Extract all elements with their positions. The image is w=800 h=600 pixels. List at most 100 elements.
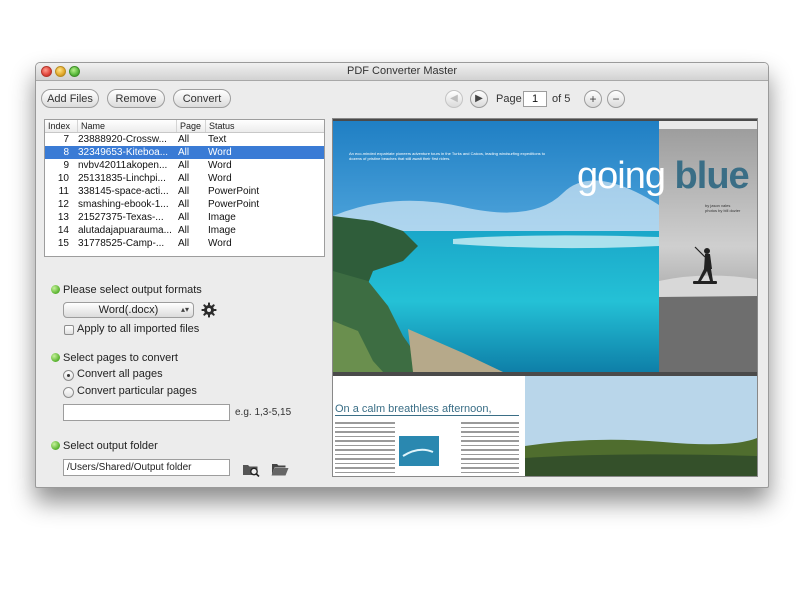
cell-status: Image: [208, 225, 236, 236]
cell-name: 25131835-Linchpi...: [78, 173, 166, 184]
convert-button[interactable]: Convert: [173, 89, 231, 108]
page-number-field[interactable]: 1: [523, 91, 547, 107]
previous-page-button[interactable]: ◀: [445, 90, 463, 108]
convert-all-pages-label: Convert all pages: [77, 368, 163, 380]
output-format-value: Word(.docx): [98, 304, 159, 316]
page-count-label: of 5: [552, 93, 571, 105]
apply-all-checkbox[interactable]: [64, 325, 74, 335]
output-format-select[interactable]: Word(.docx) ▴▾: [63, 302, 194, 318]
table-row[interactable]: 13 21527375-Texas-... All Image: [45, 211, 324, 224]
column-header-name[interactable]: Name: [77, 120, 176, 132]
table-row[interactable]: 12 smashing-ebook-1... All PowerPoint: [45, 198, 324, 211]
cell-name: 338145-space-acti...: [78, 186, 169, 197]
cell-status: PowerPoint: [208, 199, 260, 210]
cell-index: 15: [57, 238, 69, 249]
preview-text-line: [461, 458, 519, 460]
convert-particular-pages-radio[interactable]: [63, 387, 74, 398]
cell-index: 7: [63, 134, 69, 145]
table-row[interactable]: 11 338145-space-acti... All PowerPoint: [45, 185, 324, 198]
next-page-button[interactable]: ▶: [470, 90, 488, 108]
cell-page: All: [178, 186, 190, 197]
output-folder-input[interactable]: /Users/Shared/Output folder: [63, 459, 230, 476]
preview-byline: by jason vales photos by bill dozier: [705, 203, 740, 213]
pages-heading-text: Select pages to convert: [63, 352, 178, 364]
zoom-out-button[interactable]: −: [607, 90, 625, 108]
select-arrows-icon: ▴▾: [180, 305, 189, 314]
convert-all-pages-radio[interactable]: [63, 370, 74, 381]
cell-page: All: [178, 199, 190, 210]
cell-status: Word: [208, 147, 232, 158]
window-title: PDF Converter Master: [346, 65, 458, 77]
preview-text-line: [461, 453, 519, 455]
column-header-page[interactable]: Page: [176, 120, 205, 132]
preview-text-line: [335, 471, 395, 473]
pdf-preview-pane[interactable]: going blue An eco-minded expatriate pion…: [332, 118, 758, 477]
gear-icon[interactable]: [201, 302, 217, 318]
preview-text-line: [461, 435, 519, 437]
preview-text-line: [461, 422, 519, 424]
add-files-button[interactable]: Add Files: [41, 89, 99, 108]
preview-title-blue: blue: [674, 155, 750, 197]
cell-index: 12: [57, 199, 69, 210]
cell-index: 10: [57, 173, 69, 184]
preview-text-line: [461, 449, 519, 451]
zoom-in-button[interactable]: +: [584, 90, 602, 108]
preview-title: going blue: [577, 155, 750, 198]
table-row[interactable]: 14 alutadajapuarauma... All Image: [45, 224, 324, 237]
page-range-hint: e.g. 1,3-5,15: [235, 407, 292, 418]
cell-page: All: [178, 225, 190, 236]
preview-page-1: going blue An eco-minded expatriate pion…: [333, 121, 757, 372]
preview-text-line: [335, 426, 395, 428]
cell-page: All: [178, 173, 190, 184]
preview-page-2-layout: [335, 376, 757, 476]
column-header-status[interactable]: Status: [205, 120, 324, 132]
preview-text-line: [335, 453, 395, 455]
remove-button[interactable]: Remove: [107, 89, 165, 108]
preview-page-2: On a calm breathless afternoon,: [333, 376, 757, 476]
open-folder-icon[interactable]: [271, 461, 289, 477]
preview-text-line: [335, 449, 395, 451]
cell-status: Word: [208, 238, 232, 249]
cell-name: nvbv42011akopen...: [78, 160, 168, 171]
app-window: PDF Converter Master Add Files Remove Co…: [35, 62, 769, 488]
output-format-heading-text: Please select output formats: [63, 284, 202, 296]
page-range-input[interactable]: [63, 404, 230, 421]
zoom-out-icon: −: [612, 92, 620, 106]
cell-name: 21527375-Texas-...: [78, 212, 164, 223]
preview-text-line: [335, 422, 395, 424]
column-header-index[interactable]: Index: [45, 120, 77, 132]
cell-page: All: [178, 134, 190, 145]
cell-name: smashing-ebook-1...: [78, 199, 169, 210]
preview-text-line: [335, 462, 395, 464]
cell-name: alutadajapuarauma...: [78, 225, 172, 236]
table-row[interactable]: 15 31778525-Camp-... All Word: [45, 237, 324, 250]
preview-page-2-heading: On a calm breathless afternoon,: [335, 403, 492, 415]
preview-text-line: [335, 435, 395, 437]
apply-all-label: Apply to all imported files: [77, 323, 200, 335]
preview-text-line: [335, 467, 395, 469]
page-label: Page: [496, 93, 522, 105]
cell-index: 14: [57, 225, 69, 236]
cell-page: All: [178, 238, 190, 249]
cell-status: Text: [208, 134, 227, 145]
output-folder-heading-text: Select output folder: [63, 440, 158, 452]
cell-index: 13: [57, 212, 69, 223]
cell-name: 31778525-Camp-...: [78, 238, 165, 249]
table-body: 7 23888920-Crossw... All Text 8 32349653-Kite…: [45, 133, 324, 250]
folder-search-icon[interactable]: [242, 461, 260, 477]
table-row[interactable]: 8 32349653-Kiteboa... All Word: [45, 146, 324, 159]
table-row[interactable]: 7 23888920-Crossw... All Text: [45, 133, 324, 146]
preview-text-line: [335, 444, 395, 446]
green-bullet-icon: [51, 441, 60, 450]
preview-text-line: [461, 444, 519, 446]
cell-status: PowerPoint: [208, 186, 260, 197]
cell-status: Word: [208, 160, 232, 171]
table-row[interactable]: 9 nvbv42011akopen... All Word: [45, 159, 324, 172]
title-bar: PDF Converter Master: [36, 63, 768, 81]
file-list-table[interactable]: Index Name Page Status 7 23888920-Crossw.…: [44, 119, 325, 257]
preview-text-line: [335, 458, 395, 460]
preview-text-line: [335, 440, 395, 442]
cell-status: Image: [208, 212, 236, 223]
next-page-icon: ▶: [475, 93, 483, 104]
table-row[interactable]: 10 25131835-Linchpi... All Word: [45, 172, 324, 185]
